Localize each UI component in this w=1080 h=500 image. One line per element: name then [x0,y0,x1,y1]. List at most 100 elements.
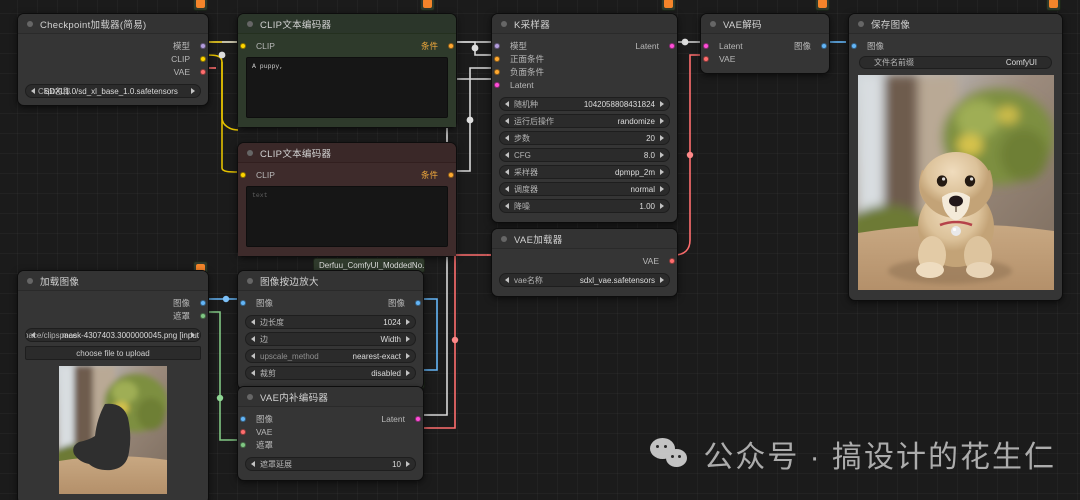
output-slot-image[interactable]: 图像 [18,296,208,309]
negative-pin[interactable] [494,68,500,75]
node-badge-chip[interactable] [661,0,676,11]
node-load-image[interactable]: 加载图像 图像 遮罩 clipspace/clipspace mask-4307… [17,270,209,500]
collapse-dot[interactable] [247,20,253,27]
prev-arrow-icon[interactable] [505,186,509,192]
widget-crop[interactable]: 裁剪 disabled [245,366,416,380]
collapse-dot[interactable] [27,20,33,27]
collapse-dot[interactable] [247,277,253,284]
node-title-bar[interactable]: VAE加载器 [492,229,677,249]
widget-side-length[interactable]: 边长度 1024 [245,315,416,329]
prev-arrow-icon[interactable] [505,203,509,209]
widget-seed[interactable]: 随机种 1042058808431824 [499,97,670,111]
vae-pin[interactable] [703,55,709,62]
prev-arrow-icon[interactable] [505,277,509,283]
collapse-dot[interactable] [247,149,253,156]
collapse-dot[interactable] [710,20,716,27]
node-title-bar[interactable]: CLIP文本编码器 [238,14,456,34]
prev-arrow-icon[interactable] [251,319,255,325]
prev-arrow-icon[interactable] [505,118,509,124]
prev-arrow-icon[interactable] [505,152,509,158]
node-vae-loader[interactable]: VAE加载器 VAE vae名称 sdxl_vae.safetensors [491,228,678,297]
widget-filename-prefix[interactable]: 文件名前缀 ComfyUI [859,56,1052,69]
prev-arrow-icon[interactable] [251,461,255,467]
clip-input-pin[interactable] [240,42,246,49]
output-slot-vae[interactable]: VAE [492,254,677,267]
node-title-bar[interactable]: 保存图像 [849,14,1062,34]
prev-arrow-icon[interactable] [251,353,255,359]
latent-input-pin[interactable] [494,81,500,88]
node-clip-text-encode-negative[interactable]: CLIP文本编码器 CLIP 条件 text [237,142,457,257]
prev-arrow-icon[interactable] [251,370,255,376]
node-title-bar[interactable]: K采样器 [492,14,677,34]
node-title-bar[interactable]: Checkpoint加载器(简易) [18,14,208,34]
image-io-row[interactable]: 图像 图像 [238,296,423,309]
clip-input-pin[interactable] [240,171,246,178]
output-slot-model[interactable]: 模型 [18,39,208,52]
next-arrow-icon[interactable] [406,370,410,376]
comfyui-canvas[interactable]: Checkpoint加载器(简易) 模型 CLIP VAE Ckpt名称 SDX… [0,0,1080,500]
input-slot-vae[interactable]: VAE [701,52,829,65]
image-input-pin[interactable] [240,299,246,306]
input-slot-vae[interactable]: VAE [238,425,423,438]
latent-output-pin[interactable] [415,415,421,422]
node-clip-text-encode-positive[interactable]: CLIP文本编码器 CLIP 条件 A puppy, [237,13,457,128]
next-arrow-icon[interactable] [660,152,664,158]
node-checkpoint-loader[interactable]: Checkpoint加载器(简易) 模型 CLIP VAE Ckpt名称 SDX… [17,13,209,106]
widget-sampler-name[interactable]: 采样器 dpmpp_2m [499,165,670,179]
choose-file-upload-button[interactable]: choose file to upload [25,346,201,360]
widget-side[interactable]: 边 Width [245,332,416,346]
mask-pin[interactable] [240,441,246,448]
next-arrow-icon[interactable] [660,277,664,283]
node-image-scale-to-side[interactable]: 图像按边放大 图像 图像 边长度 1024 边 Width upscale_me… [237,270,424,390]
prev-arrow-icon[interactable] [505,135,509,141]
next-arrow-icon[interactable] [660,135,664,141]
image-pin[interactable] [240,415,246,422]
next-arrow-icon[interactable] [660,203,664,209]
input-slot-image[interactable]: 图像 [849,39,1062,52]
image-output-pin[interactable] [415,299,421,306]
node-badge-chip[interactable] [420,0,435,11]
widget-control-after-generate[interactable]: 运行后操作 randomize [499,114,670,128]
input-slot-latent[interactable]: Latent [492,78,677,91]
output-slot-mask[interactable]: 遮罩 [18,309,208,322]
node-badge-chip[interactable] [1046,0,1061,11]
image-output-pin[interactable] [200,299,206,306]
input-slot-latent[interactable]: Latent 图像 [701,39,829,52]
node-save-image[interactable]: 保存图像 图像 文件名前缀 ComfyUI [848,13,1063,301]
collapse-dot[interactable] [858,20,864,27]
prompt-textarea[interactable]: text [246,186,448,247]
input-slot-negative[interactable]: 负面条件 [492,65,677,78]
model-pin[interactable] [494,42,500,49]
node-title-bar[interactable]: 图像按边放大 [238,271,423,291]
next-arrow-icon[interactable] [660,169,664,175]
collapse-dot[interactable] [501,235,507,242]
image-pin[interactable] [851,42,857,49]
conditioning-output-pin[interactable] [448,42,454,49]
next-arrow-icon[interactable] [406,336,410,342]
node-title-bar[interactable]: 加载图像 [18,271,208,291]
latent-output-pin[interactable] [669,42,675,49]
next-arrow-icon[interactable] [406,461,410,467]
next-arrow-icon[interactable] [660,186,664,192]
next-arrow-icon[interactable] [191,332,195,338]
latent-pin[interactable] [703,42,709,49]
node-title-bar[interactable]: CLIP文本编码器 [238,143,456,163]
vae-pin[interactable] [240,428,246,435]
next-arrow-icon[interactable] [660,101,664,107]
widget-ckpt-name[interactable]: Ckpt名称 SDXL1.0/sd_xl_base_1.0.safetensor… [25,84,201,98]
node-vae-decode[interactable]: VAE解码 Latent 图像 VAE [700,13,830,74]
prev-arrow-icon[interactable] [505,101,509,107]
next-arrow-icon[interactable] [660,118,664,124]
widget-steps[interactable]: 步数 20 [499,131,670,145]
output-slot-vae[interactable]: VAE [18,65,208,78]
model-pin[interactable] [200,42,206,49]
positive-pin[interactable] [494,55,500,62]
next-arrow-icon[interactable] [406,319,410,325]
vae-pin[interactable] [200,68,206,75]
node-title-bar[interactable]: VAE解码 [701,14,829,34]
collapse-dot[interactable] [27,277,33,284]
clip-io-row[interactable]: CLIP 条件 [238,39,456,52]
image-output-pin[interactable] [821,42,827,49]
widget-vae-name[interactable]: vae名称 sdxl_vae.safetensors [499,273,670,287]
vae-output-pin[interactable] [669,257,675,264]
